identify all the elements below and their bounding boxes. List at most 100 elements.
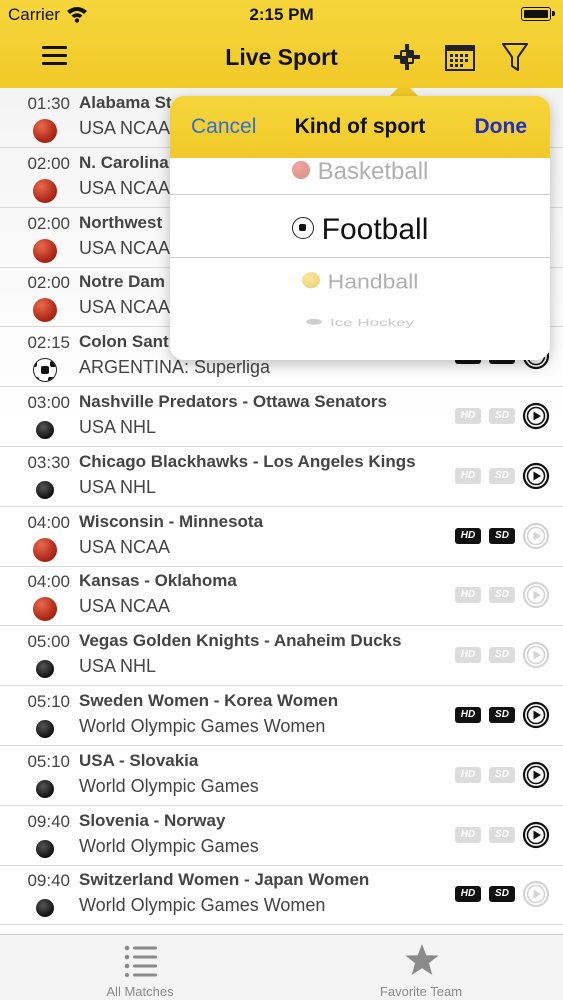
match-row[interactable]: 03:00 Nashville Predators - Ottawa Senato…	[0, 387, 563, 447]
done-button[interactable]: Done	[475, 115, 528, 139]
match-league: USA NCAA	[79, 596, 171, 617]
hockey-icon	[36, 839, 54, 858]
match-league: USA NHL	[79, 417, 157, 437]
sd-badge[interactable]: SD	[489, 886, 515, 903]
tab-favorite-team[interactable]: Favorite Team	[321, 935, 521, 1000]
tab-all-matches[interactable]: All Matches	[40, 935, 240, 1000]
hockey-icon	[36, 899, 54, 918]
basketball-icon	[291, 160, 310, 179]
basketball-icon	[33, 178, 57, 203]
sd-badge[interactable]: SD	[489, 647, 515, 664]
match-row[interactable]: 09:40 Slovenia - Norway World Olympic Game…	[0, 806, 563, 866]
match-row[interactable]: 05:00 Vegas Golden Knights - Anaheim Duck…	[0, 626, 563, 687]
list-icon	[124, 945, 157, 977]
match-title: Switzerland Women - Japan Women	[79, 870, 370, 890]
match-row[interactable]: 05:10 USA - Slovakia World Olympic Games HD…	[0, 746, 563, 806]
football-icon	[33, 358, 57, 383]
filter-icon[interactable]	[498, 40, 532, 74]
status-bar: Carrier 2:15 PM	[0, 0, 563, 30]
picker-option-basketball[interactable]: Basketball	[170, 158, 550, 186]
match-time: 04:00	[27, 512, 70, 532]
match-title: Wisconsin - Minnesota	[79, 511, 264, 531]
match-league: USA NCAA	[79, 118, 171, 138]
hockey-icon	[36, 421, 54, 439]
match-time: 09:40	[27, 871, 70, 891]
match-row[interactable]: 03:30 Chicago Blackhawks - Los Angeles Ki…	[0, 447, 563, 507]
match-title: N. Carolina	[79, 152, 169, 172]
match-time: 04:00	[27, 572, 70, 592]
sport-picker-wheel[interactable]: Basketball Football Handball Ice Hockey	[170, 158, 550, 360]
play-icon[interactable]	[522, 701, 550, 729]
sport-selector-icon[interactable]	[390, 40, 424, 74]
basketball-icon	[33, 119, 57, 143]
hd-badge[interactable]: HD	[455, 587, 481, 604]
sd-badge[interactable]: SD	[489, 766, 515, 783]
picker-option-ice-hockey[interactable]: Ice Hockey	[170, 317, 550, 329]
popover-header: Kind of sport Cancel Done	[170, 96, 550, 158]
play-icon[interactable]	[522, 462, 550, 490]
basketball-icon	[33, 597, 57, 622]
match-time: 03:00	[27, 393, 70, 412]
hd-badge[interactable]: HD	[455, 647, 481, 664]
match-title: Vegas Golden Knights - Anaheim Ducks	[79, 631, 402, 651]
play-icon[interactable]	[522, 402, 550, 430]
hd-badge[interactable]: HD	[455, 707, 481, 723]
match-time: 03:30	[27, 452, 70, 472]
play-icon[interactable]	[522, 821, 550, 849]
match-title: Notre Dam	[79, 272, 165, 292]
match-league: USA NHL	[79, 476, 157, 497]
hd-badge[interactable]: HD	[455, 766, 481, 783]
cancel-button[interactable]: Cancel	[191, 115, 256, 139]
picker-option-football[interactable]: Football	[170, 213, 550, 247]
play-icon[interactable]	[522, 522, 550, 550]
match-title: Chicago Blackhawks - Los Angeles Kings	[79, 451, 416, 471]
match-row[interactable]: 09:40 Switzerland Women - Japan Women Worl…	[0, 865, 563, 926]
match-title: Nashville Predators - Ottawa Senators	[79, 392, 387, 411]
match-title: Northwest	[79, 212, 163, 232]
play-icon[interactable]	[522, 761, 550, 789]
match-title: USA - Slovakia	[79, 750, 199, 770]
basketball-icon	[33, 537, 57, 562]
play-icon[interactable]	[522, 641, 550, 669]
hd-badge[interactable]: HD	[455, 826, 481, 843]
sd-badge[interactable]: SD	[489, 707, 515, 723]
play-icon[interactable]	[522, 581, 550, 609]
match-time: 02:00	[27, 273, 70, 293]
match-league: USA NCAA	[79, 297, 171, 318]
nav-bar: Carrier 2:15 PM Live Sport	[0, 0, 563, 88]
match-title: Kansas - Oklahoma	[79, 571, 237, 591]
match-league: USA NCAA	[79, 177, 171, 198]
hd-badge[interactable]: HD	[455, 467, 481, 484]
star-icon	[405, 944, 439, 975]
hd-badge[interactable]: HD	[455, 408, 481, 424]
basketball-icon	[33, 238, 57, 263]
sd-badge[interactable]: SD	[489, 467, 515, 484]
calendar-icon[interactable]	[443, 40, 477, 74]
sd-badge[interactable]: SD	[489, 826, 515, 843]
match-league: World Olympic Games	[79, 775, 259, 796]
match-time: 01:30	[27, 94, 70, 113]
match-time: 05:10	[27, 751, 70, 771]
picker-option-handball[interactable]: Handball	[170, 269, 550, 293]
match-league: World Olympic Games Women	[79, 895, 326, 916]
football-icon	[291, 217, 314, 240]
match-row[interactable]: 05:10 Sweden Women - Korea Women World Oly…	[0, 686, 563, 746]
match-title: Slovenia - Norway	[79, 810, 226, 830]
ice-hockey-icon	[305, 318, 322, 325]
match-league: USA NCAA	[79, 536, 171, 557]
sd-badge[interactable]: SD	[489, 408, 515, 424]
hockey-icon	[36, 720, 54, 738]
hockey-icon	[36, 779, 54, 798]
tab-label: All Matches	[106, 984, 174, 999]
sd-badge[interactable]: SD	[489, 587, 515, 604]
match-time: 05:10	[27, 692, 70, 711]
clock: 2:15 PM	[249, 5, 314, 24]
match-row[interactable]: 04:00 Wisconsin - Minnesota USA NCAA HD SD	[0, 507, 563, 567]
hd-badge[interactable]: HD	[455, 527, 481, 544]
hd-badge[interactable]: HD	[455, 886, 481, 903]
match-title: Colon Sant	[79, 332, 169, 352]
hockey-icon	[36, 480, 54, 499]
sd-badge[interactable]: SD	[489, 527, 515, 544]
match-row[interactable]: 04:00 Kansas - Oklahoma USA NCAA HD SD	[0, 566, 563, 627]
play-icon[interactable]	[522, 880, 550, 908]
